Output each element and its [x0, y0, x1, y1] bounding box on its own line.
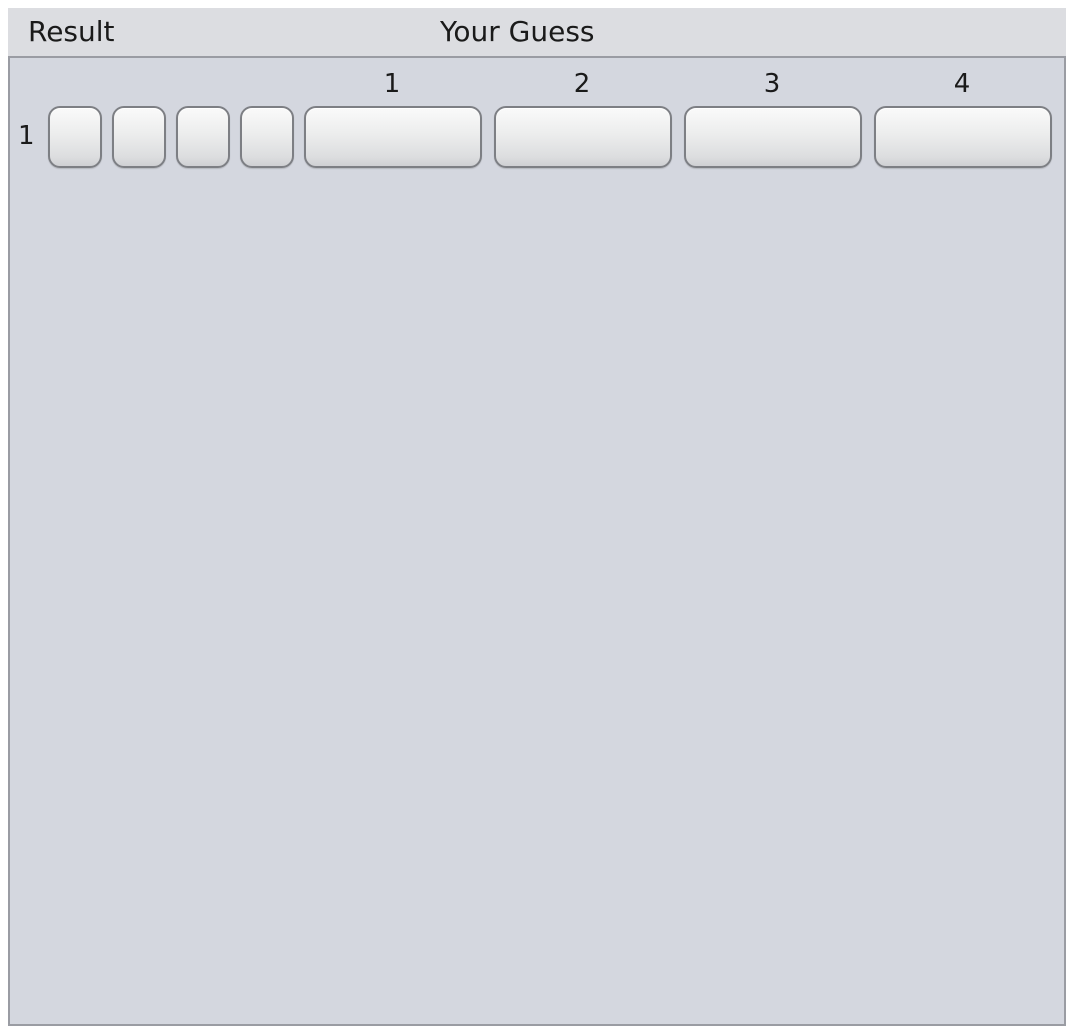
guess-board: 1 2 3 4 1: [8, 56, 1066, 1026]
your-guess-header: Your Guess: [440, 15, 595, 48]
guess-slot-3[interactable]: [684, 106, 862, 168]
column-number-2: 2: [573, 69, 591, 99]
result-peg-1[interactable]: [48, 106, 102, 168]
result-header: Result: [28, 15, 115, 48]
column-number-3: 3: [763, 69, 781, 99]
column-number-1: 1: [383, 69, 401, 99]
guess-slot-2[interactable]: [494, 106, 672, 168]
guess-slot-4[interactable]: [874, 106, 1052, 168]
header-bar: Result Your Guess: [8, 8, 1066, 56]
result-peg-3[interactable]: [176, 106, 230, 168]
result-peg-2[interactable]: [112, 106, 166, 168]
result-peg-4[interactable]: [240, 106, 294, 168]
guess-slot-1[interactable]: [304, 106, 482, 168]
row-number: 1: [18, 121, 35, 151]
column-number-4: 4: [953, 69, 971, 99]
